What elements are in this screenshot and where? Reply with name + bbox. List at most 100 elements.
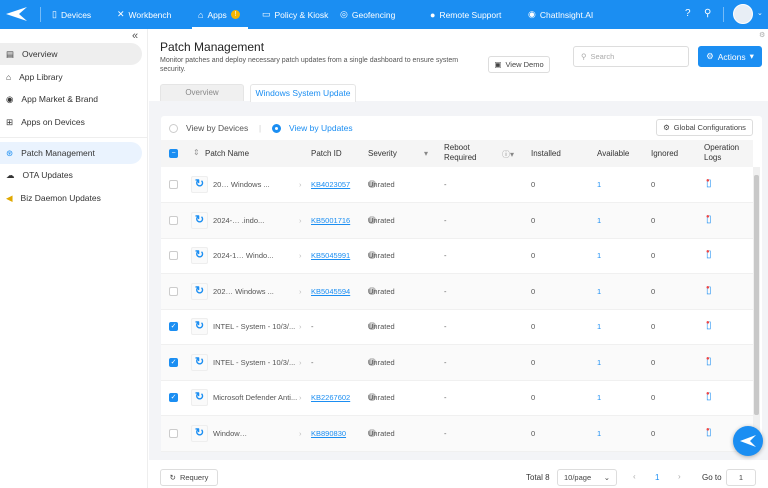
- row-checkbox[interactable]: ✓: [169, 322, 178, 331]
- table-row[interactable]: ✓ ↻ INTEL - System - 10/3/... › - ! Unrat…: [161, 344, 753, 381]
- row-checkbox[interactable]: [169, 251, 178, 260]
- table-row[interactable]: ✓ ↻ INTEL - System - 10/3/... › - ! Unrat…: [161, 309, 753, 345]
- patch-name[interactable]: 2024-1… Windo...: [213, 251, 273, 260]
- operation-log-icon[interactable]: ● ▯: [706, 214, 712, 225]
- patch-id[interactable]: KB5001716: [311, 216, 350, 225]
- patch-id[interactable]: KB5045991: [311, 251, 350, 260]
- nav-remote-support[interactable]: ● Remote Support: [430, 0, 501, 29]
- sidebar-item-overview[interactable]: ▤ Overview: [0, 43, 142, 65]
- nav-policy-kiosk[interactable]: ▭ Policy & Kiosk: [262, 0, 328, 29]
- view-by-updates-radio[interactable]: View by Updates: [272, 123, 353, 133]
- chevron-right-icon[interactable]: ›: [299, 216, 302, 225]
- nav-devices[interactable]: ▯ Devices: [52, 0, 91, 29]
- available-count[interactable]: 1: [597, 393, 601, 402]
- patch-id[interactable]: KB5045594: [311, 287, 350, 296]
- sidebar-item-ota-updates[interactable]: ☁ OTA Updates: [0, 164, 142, 186]
- scrollbar-thumb[interactable]: [754, 175, 759, 415]
- help-icon[interactable]: ?: [685, 8, 691, 19]
- floating-assistant-button[interactable]: [733, 426, 763, 456]
- search-input[interactable]: ⚲ Search: [573, 46, 689, 67]
- requery-button[interactable]: ↻ Requery: [160, 469, 218, 486]
- nav-workbench[interactable]: ✕ Workbench: [117, 0, 171, 29]
- available-count[interactable]: 1: [597, 358, 601, 367]
- operation-log-icon[interactable]: ● ▯: [706, 356, 712, 367]
- patch-name[interactable]: 2024-… .indo...: [213, 216, 264, 225]
- page-description: Monitor patches and deploy necessary pat…: [160, 57, 459, 73]
- prev-page-icon[interactable]: ‹: [633, 472, 636, 481]
- table-row[interactable]: ↻ 2024-1… Windo... › KB5045991 ! Unrated …: [161, 238, 753, 274]
- patch-name[interactable]: Window…: [213, 429, 247, 438]
- row-checkbox[interactable]: [169, 180, 178, 189]
- operation-log-icon[interactable]: ● ▯: [706, 427, 712, 438]
- goto-input[interactable]: 1: [726, 469, 756, 486]
- sidebar-item-app-market[interactable]: ◉ App Market & Brand: [0, 88, 142, 110]
- filter-icon[interactable]: ▾: [424, 149, 428, 158]
- patch-name[interactable]: 20… Windows ...: [213, 180, 270, 189]
- patch-id[interactable]: KB2267602: [311, 393, 350, 402]
- tab-overview[interactable]: Overview: [160, 84, 244, 101]
- table-row[interactable]: ↻ 2024-… .indo... › KB5001716 ! Unrated -…: [161, 202, 753, 239]
- patch-name[interactable]: Microsoft Defender Anti...: [213, 393, 297, 402]
- sidebar-item-biz-daemon[interactable]: ◀ Biz Daemon Updates: [0, 187, 142, 209]
- actions-button[interactable]: ⚙ Actions ▾: [698, 46, 762, 67]
- row-checkbox[interactable]: ✓: [169, 393, 178, 402]
- page-size-select[interactable]: 10/page ⌄: [557, 469, 617, 486]
- row-checkbox[interactable]: ✓: [169, 357, 178, 367]
- sidebar-item-app-library[interactable]: ⌂ App Library: [0, 66, 142, 88]
- row-checkbox[interactable]: [169, 215, 178, 225]
- table-row[interactable]: ↻ 20… Windows ... › KB4023057 ! Unrated -…: [161, 167, 753, 203]
- sidebar-item-patch-management[interactable]: ⊛ Patch Management: [0, 142, 142, 164]
- help-filter-icon[interactable]: ⓘ▾: [502, 149, 514, 160]
- operation-log-icon[interactable]: ● ▯: [706, 391, 712, 402]
- sort-icon[interactable]: ⇕: [193, 148, 200, 157]
- next-page-icon[interactable]: ›: [678, 472, 681, 481]
- operation-log-icon[interactable]: ● ▯: [706, 320, 712, 331]
- operation-log-icon[interactable]: ● ▯: [706, 178, 712, 189]
- operation-log-icon[interactable]: ● ▯: [706, 285, 712, 296]
- table-row[interactable]: ✓ ↻ Microsoft Defender Anti... › KB22676…: [161, 380, 753, 416]
- view-demo-button[interactable]: ▣ View Demo: [488, 56, 550, 73]
- available-count[interactable]: 1: [597, 322, 601, 331]
- available-count[interactable]: 1: [597, 216, 601, 225]
- avatar[interactable]: [733, 4, 753, 24]
- sidebar-item-apps-on-devices[interactable]: ⊞ Apps on Devices: [0, 111, 142, 133]
- patch-name[interactable]: INTEL - System - 10/3/...: [213, 358, 295, 367]
- patch-name[interactable]: 202… Windows ...: [213, 287, 274, 296]
- chevron-right-icon[interactable]: ›: [299, 287, 302, 296]
- nav-apps[interactable]: ⌂ Apps!: [192, 0, 248, 29]
- available-count[interactable]: 1: [597, 287, 601, 296]
- header-reboot-required: Reboot Required: [444, 143, 477, 162]
- tab-windows-system-update[interactable]: Windows System Update: [250, 84, 356, 102]
- settings-icon[interactable]: ⚙: [759, 31, 765, 39]
- nav-chatinsight[interactable]: ◉ ChatInsight.AI: [528, 0, 593, 29]
- header-patch-name[interactable]: Patch Name: [205, 149, 249, 158]
- chevron-right-icon[interactable]: ›: [299, 251, 302, 260]
- select-all-checkbox[interactable]: −: [169, 149, 178, 158]
- view-by-devices-radio[interactable]: View by Devices: [169, 123, 248, 133]
- scrollbar[interactable]: [753, 167, 760, 437]
- table-row[interactable]: ↻ 202… Windows ... › KB5045594 ! Unrated …: [161, 273, 753, 310]
- chevron-down-icon[interactable]: ⌄: [757, 9, 763, 17]
- global-configurations-button[interactable]: ⚙ Global Configurations: [656, 119, 753, 136]
- available-count[interactable]: 1: [597, 180, 601, 189]
- operation-log-icon[interactable]: ● ▯: [706, 249, 712, 260]
- nav-geofencing[interactable]: ◎ Geofencing: [340, 0, 395, 29]
- patch-id[interactable]: KB890830: [311, 429, 346, 438]
- patch-id[interactable]: KB4023057: [311, 180, 350, 189]
- patch-icon: ⊛: [6, 147, 14, 158]
- chevron-right-icon[interactable]: ›: [299, 358, 302, 367]
- available-count[interactable]: 1: [597, 251, 601, 260]
- patch-name[interactable]: INTEL - System - 10/3/...: [213, 322, 295, 331]
- chevron-right-icon[interactable]: ›: [299, 322, 302, 331]
- chevron-right-icon[interactable]: ›: [299, 429, 302, 438]
- logo-icon[interactable]: [5, 6, 29, 22]
- collapse-icon[interactable]: «: [132, 30, 138, 42]
- row-checkbox[interactable]: [169, 428, 178, 438]
- notification-icon[interactable]: ⚲: [704, 8, 711, 19]
- available-count[interactable]: 1: [597, 429, 601, 438]
- page-1[interactable]: 1: [655, 473, 659, 482]
- table-row[interactable]: ↻ Window… › KB890830 ! Unrated - 0 1 0 ● ▯: [161, 415, 753, 452]
- chevron-right-icon[interactable]: ›: [299, 180, 302, 189]
- row-checkbox[interactable]: [169, 286, 178, 296]
- chevron-right-icon[interactable]: ›: [299, 393, 302, 402]
